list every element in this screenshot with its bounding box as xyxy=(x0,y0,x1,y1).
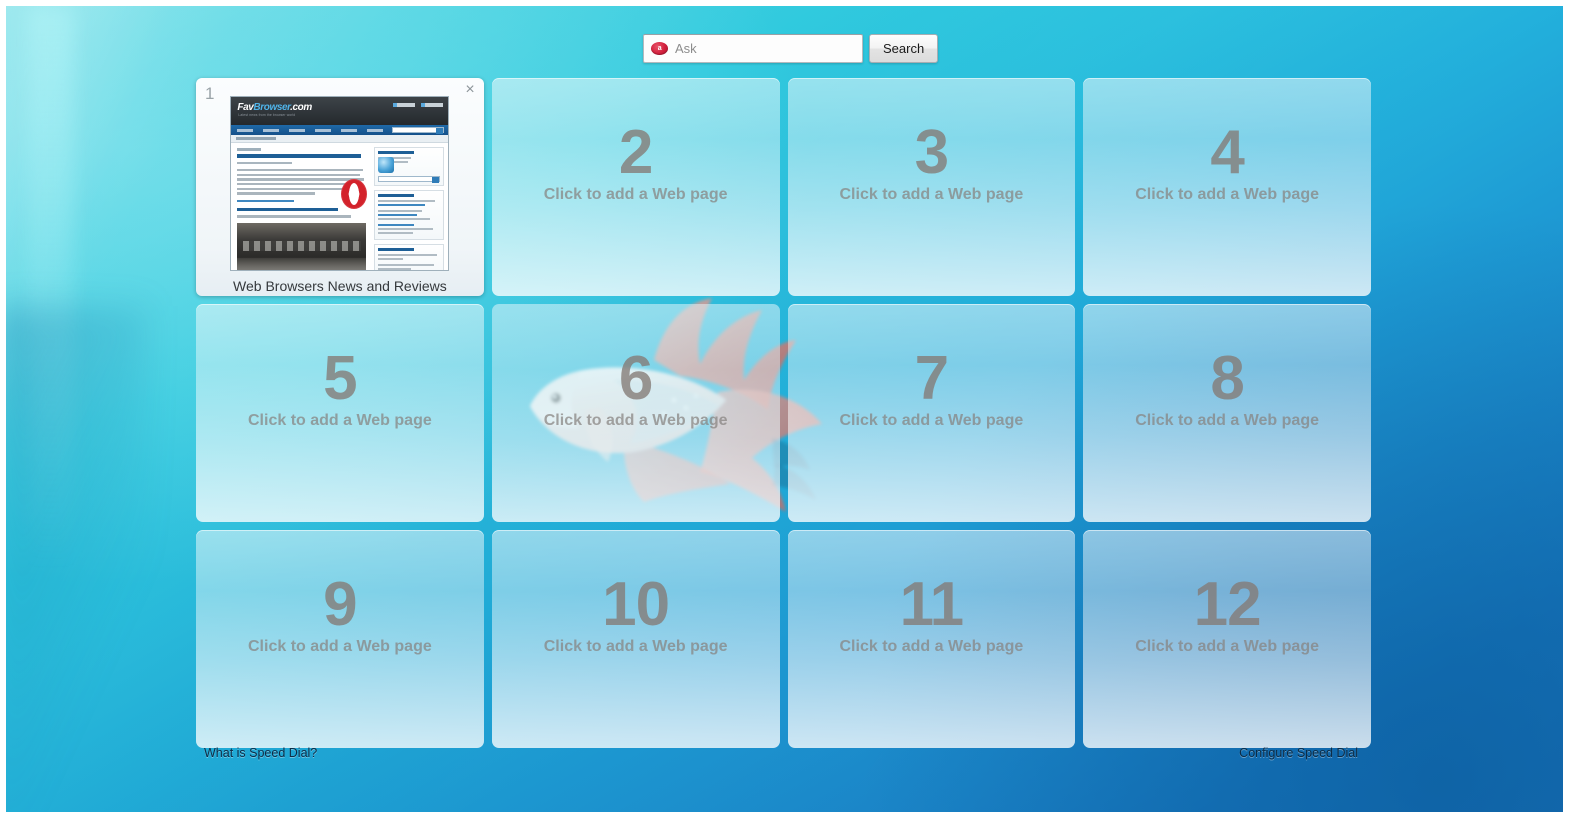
tile-number: 4 xyxy=(1210,117,1244,187)
tile-caption: Click to add a Web page xyxy=(543,186,728,204)
tile-title: Web Browsers News and Reviews xyxy=(233,278,447,294)
what-is-speed-dial-link[interactable]: What is Speed Dial? xyxy=(204,746,317,760)
tile-number: 3 xyxy=(914,117,949,187)
speed-dial-tile-10[interactable]: 10 Click to add a Web page xyxy=(491,530,780,748)
search-field[interactable]: a xyxy=(643,34,863,63)
tile-caption: Click to add a Web page xyxy=(248,638,432,656)
speed-dial-grid: 1 × FavBrowser.com Latest news from the … xyxy=(196,78,1371,748)
search-input[interactable] xyxy=(675,41,855,56)
tile-number: 12 xyxy=(1193,569,1262,639)
tile-caption: Click to add a Web page xyxy=(1135,412,1319,430)
configure-speed-dial-link[interactable]: Configure Speed Dial xyxy=(1239,746,1358,760)
tile-number: 10 xyxy=(602,569,670,639)
tile-caption: Click to add a Web page xyxy=(543,638,728,656)
tile-caption: Click to add a Web page xyxy=(839,186,1024,204)
thumb-widget-downloads xyxy=(374,190,445,240)
tile-number: 7 xyxy=(914,343,949,413)
thumb-nav-bar xyxy=(231,125,449,135)
speed-dial-tile-9[interactable]: 9 Click to add a Web page xyxy=(196,530,484,748)
tile-number: 11 xyxy=(899,569,965,639)
thumb-header-links xyxy=(393,103,444,107)
tile-index-label: 1 xyxy=(205,84,215,103)
thumb-widget-poll xyxy=(374,147,445,186)
speed-dial-tile-11[interactable]: 11 Click to add a Web page xyxy=(787,530,1076,748)
thumb-site-logo: FavBrowser.com xyxy=(237,102,312,113)
tile-caption: Click to add a Web page xyxy=(1135,638,1319,656)
speed-dial-tile-12[interactable]: 12 Click to add a Web page xyxy=(1083,530,1371,748)
tile-number: 8 xyxy=(1210,343,1244,413)
tile-number: 6 xyxy=(618,343,653,413)
speed-dial-tile-4[interactable]: 4 Click to add a Web page xyxy=(1083,78,1371,296)
thumb-body xyxy=(231,143,449,270)
thumb-article xyxy=(231,143,372,270)
speed-dial-tile-3[interactable]: 3 Click to add a Web page xyxy=(787,78,1076,296)
tile-caption: Click to add a Web page xyxy=(1135,186,1319,204)
thumb-site-tagline: Latest news from the browser world xyxy=(238,113,296,117)
search-button[interactable]: Search xyxy=(869,34,939,63)
thumb-site-header: FavBrowser.com Latest news from the brow… xyxy=(231,97,449,125)
speed-dial-tile-5[interactable]: 5 Click to add a Web page xyxy=(196,304,484,522)
ask-logo-letter: a xyxy=(657,45,662,52)
speed-dial-tile-2[interactable]: 2 Click to add a Web page xyxy=(491,78,780,296)
tile-caption: Click to add a Web page xyxy=(248,412,432,430)
water-depth-shading xyxy=(6,306,146,812)
speed-dial-tile-6[interactable]: 6 Click to add a Web page xyxy=(491,304,780,522)
tile-number: 9 xyxy=(323,569,357,639)
ask-logo-icon: a xyxy=(651,42,668,55)
thumb-article-photo xyxy=(237,222,367,270)
tile-caption: Click to add a Web page xyxy=(839,412,1024,430)
thumb-search-box xyxy=(392,127,445,134)
speed-dial-tile-1[interactable]: 1 × FavBrowser.com Latest news from the … xyxy=(196,78,484,296)
water-light-column xyxy=(28,6,74,566)
speed-dial-tile-7[interactable]: 7 Click to add a Web page xyxy=(787,304,1076,522)
thumb-widget-comments xyxy=(374,244,445,270)
tile-number: 5 xyxy=(323,343,357,413)
tile-caption: Click to add a Web page xyxy=(839,638,1024,656)
speed-dial-tile-8[interactable]: 8 Click to add a Web page xyxy=(1083,304,1371,522)
search-bar: a Search xyxy=(643,34,939,63)
thumb-sidebar xyxy=(372,143,449,270)
opera-logo-icon xyxy=(341,179,368,209)
tile-caption: Click to add a Web page xyxy=(543,412,728,430)
close-icon[interactable]: × xyxy=(465,82,474,98)
thumb-breadcrumb xyxy=(231,135,449,143)
page-thumbnail: FavBrowser.com Latest news from the brow… xyxy=(230,96,450,271)
tile-number: 2 xyxy=(618,117,653,187)
speed-dial-page: a Search 1 × FavBrowser.com Latest news … xyxy=(6,6,1563,812)
